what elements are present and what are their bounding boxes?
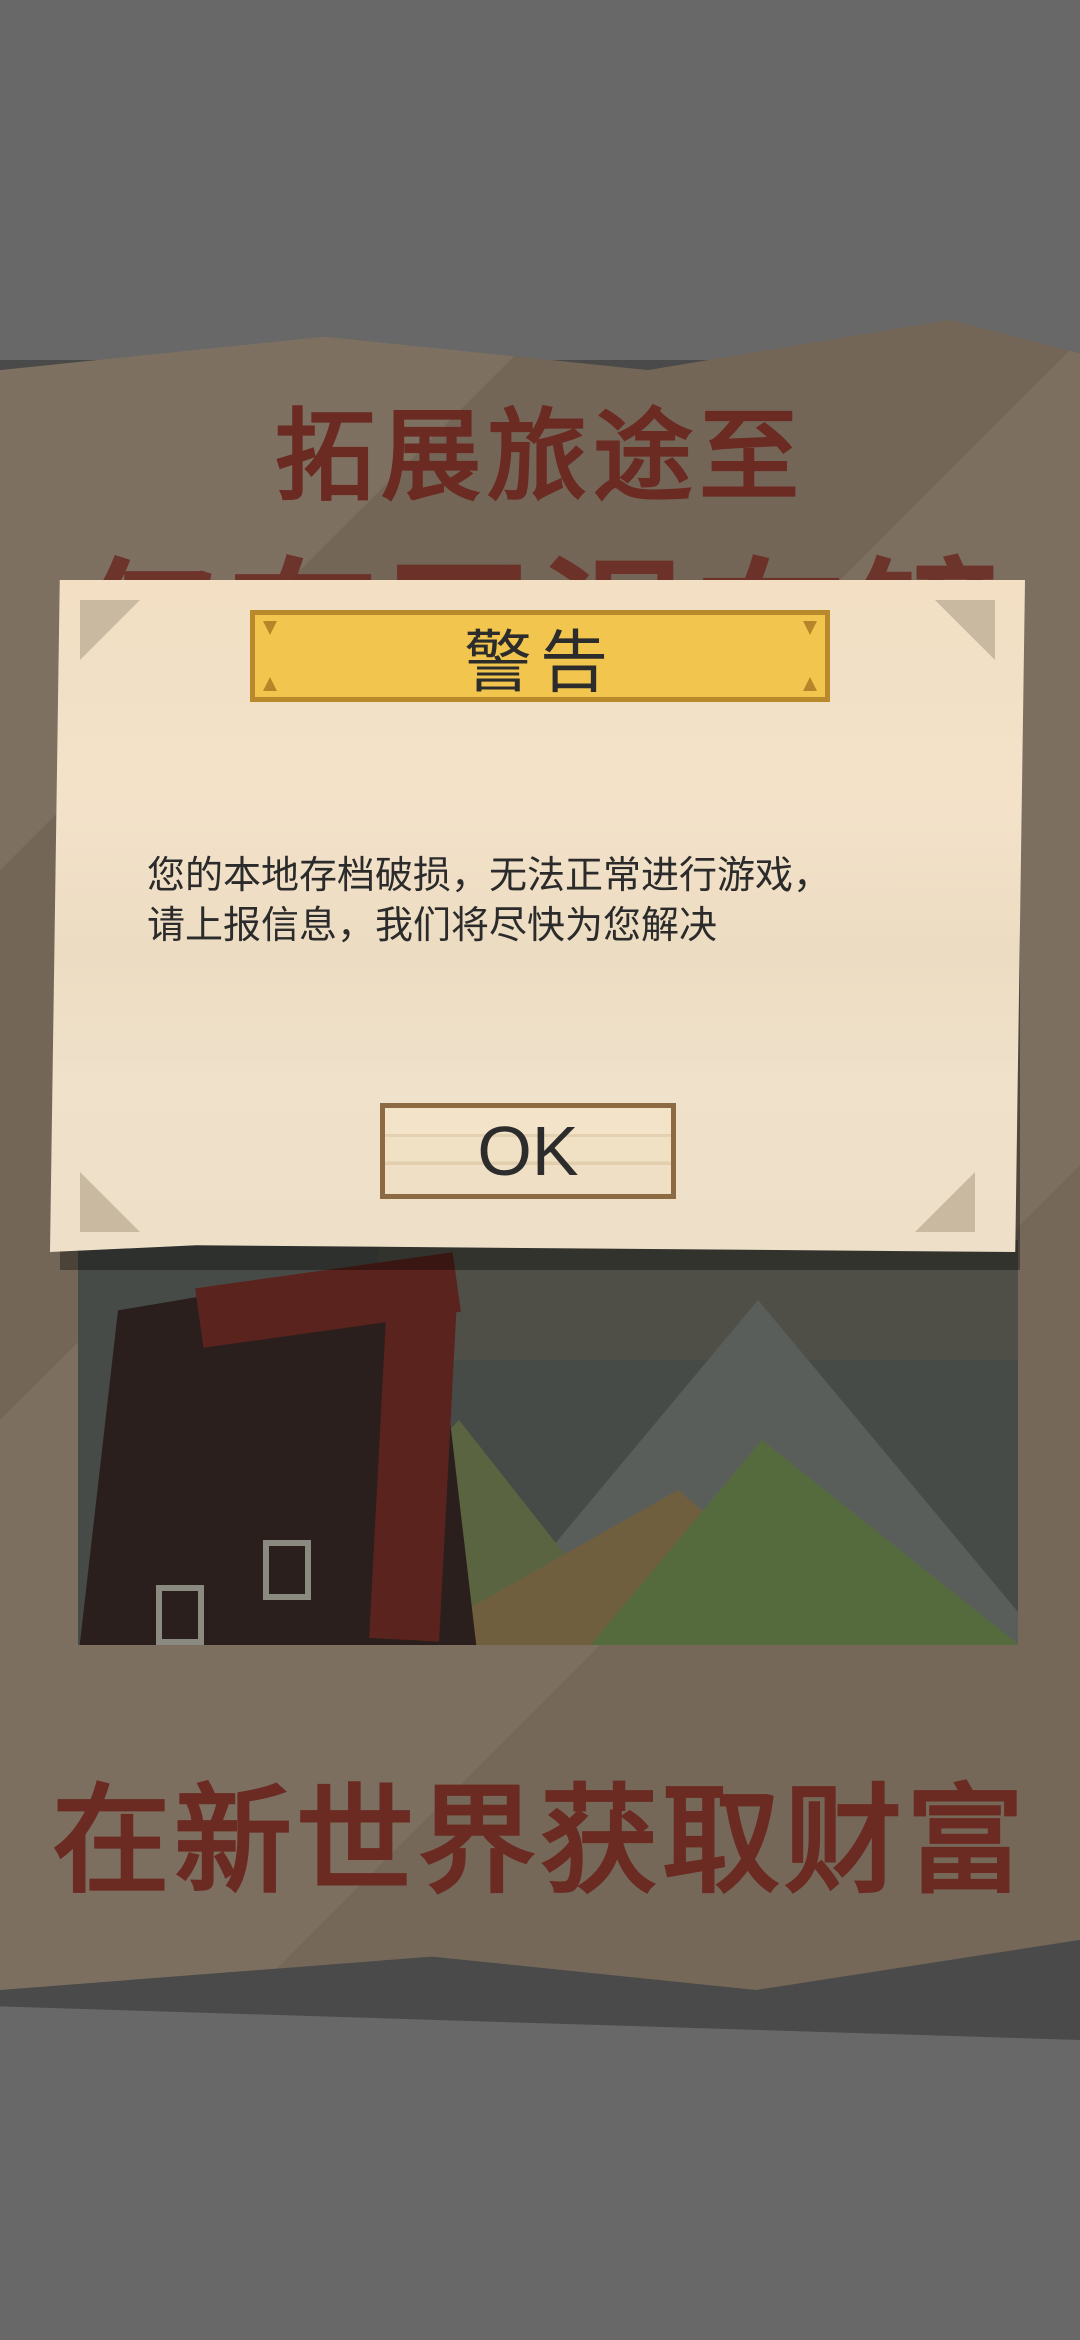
dialog-message-line: 您的本地存档破损，无法正常进行游戏， [147, 853, 832, 897]
rivet-icon [263, 677, 277, 691]
ok-button[interactable]: OK [380, 1103, 676, 1199]
rivet-icon [803, 621, 817, 635]
dialog-message: 您的本地存档破损，无法正常进行游戏， 请上报信息，我们将尽快为您解决 [147, 850, 967, 950]
poster-headline-top: 拓展旅途至 [275, 398, 805, 515]
dialog-message-line: 请上报信息，我们将尽快为您解决 [147, 903, 718, 947]
corner-decoration [80, 1172, 140, 1232]
dialog-title: 警告 [463, 623, 616, 703]
dialog-title-banner: 警告 [250, 610, 830, 703]
rivet-icon [803, 677, 817, 691]
corner-decoration [935, 600, 995, 660]
warning-dialog: 警告 您的本地存档破损，无法正常进行游戏， 请上报信息，我们将尽快为您解决 OK [50, 580, 1025, 1252]
ok-button-label: OK [477, 1112, 579, 1190]
rivet-icon [263, 621, 277, 635]
corner-decoration [915, 1172, 975, 1232]
buckle-icon [156, 1585, 204, 1645]
corner-decoration [80, 600, 140, 660]
buckle-icon [263, 1540, 311, 1600]
backpack-illustration [78, 1240, 1018, 1645]
poster-headline-bottom: 在新世界获取财富 [51, 1772, 1028, 1910]
